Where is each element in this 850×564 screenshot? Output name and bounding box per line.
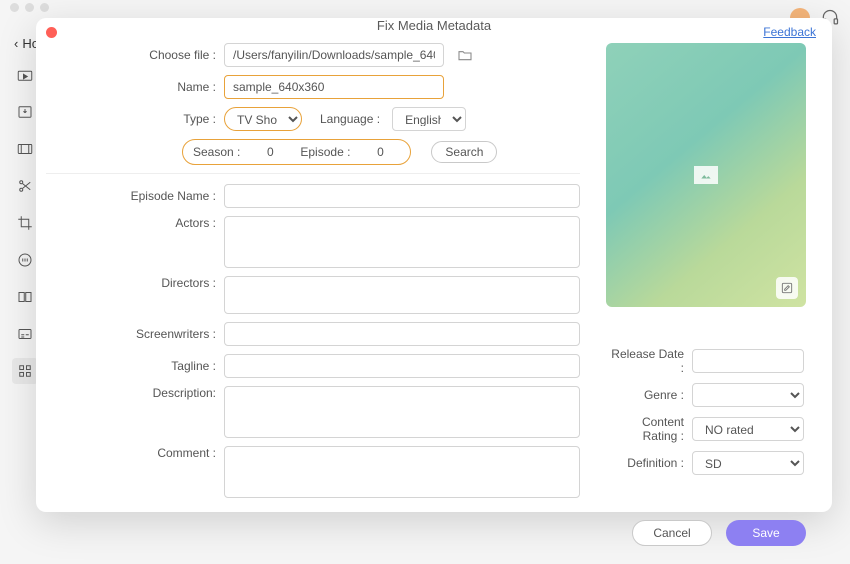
sidebar-item-cut[interactable]	[12, 173, 38, 199]
edit-poster-icon[interactable]	[776, 277, 798, 299]
divider	[46, 173, 580, 174]
directors-label: Directors :	[46, 276, 224, 290]
description-label: Description:	[46, 386, 224, 400]
left-column: Choose file : Name : Type : TV Shows	[46, 43, 580, 506]
language-select[interactable]: English	[392, 107, 466, 131]
row-tagline: Tagline :	[46, 354, 580, 378]
name-input[interactable]	[224, 75, 444, 99]
choose-file-label: Choose file :	[46, 48, 224, 62]
episode-input[interactable]	[360, 143, 400, 161]
content-rating-label: Content Rating :	[606, 415, 692, 443]
sidebar-item-download[interactable]	[12, 99, 38, 125]
traffic-light-dot	[10, 3, 19, 12]
language-label: Language :	[308, 112, 386, 126]
save-button[interactable]: Save	[726, 520, 806, 546]
genre-select[interactable]	[692, 383, 804, 407]
feedback-link[interactable]: Feedback	[763, 25, 816, 39]
episode-name-label: Episode Name :	[46, 189, 224, 203]
row-episode-name: Episode Name :	[46, 184, 580, 208]
season-input[interactable]	[250, 143, 290, 161]
right-form: Release Date : Genre : Content Rating : …	[606, 347, 806, 475]
row-release-date: Release Date :	[606, 347, 806, 375]
definition-label: Definition :	[606, 456, 692, 470]
actors-input[interactable]	[224, 216, 580, 268]
chevron-left-icon: ‹	[14, 36, 18, 51]
window-chrome	[0, 0, 850, 14]
folder-icon[interactable]	[456, 46, 474, 64]
row-comment: Comment :	[46, 446, 580, 498]
cancel-button[interactable]: Cancel	[632, 520, 712, 546]
image-icon	[694, 166, 718, 184]
close-icon[interactable]	[46, 27, 57, 38]
sidebar-item-film[interactable]	[12, 136, 38, 162]
row-directors: Directors :	[46, 276, 580, 314]
sidebar-item-compare[interactable]	[12, 284, 38, 310]
screenwriters-input[interactable]	[224, 322, 580, 346]
row-description: Description:	[46, 386, 580, 438]
row-screenwriters: Screenwriters :	[46, 322, 580, 346]
actors-label: Actors :	[46, 216, 224, 230]
season-label: Season :	[193, 145, 240, 159]
comment-input[interactable]	[224, 446, 580, 498]
directors-input[interactable]	[224, 276, 580, 314]
sidebar-item-video[interactable]	[12, 62, 38, 88]
content-rating-select[interactable]: NO rated	[692, 417, 804, 441]
tagline-input[interactable]	[224, 354, 580, 378]
row-genre: Genre :	[606, 383, 806, 407]
comment-label: Comment :	[46, 446, 224, 460]
episode-label: Episode :	[300, 145, 350, 159]
row-definition: Definition : SD	[606, 451, 806, 475]
traffic-light-dot	[40, 3, 49, 12]
row-season-episode: Season : Episode : Search	[46, 139, 580, 165]
definition-select[interactable]: SD	[692, 451, 804, 475]
tagline-label: Tagline :	[46, 359, 224, 373]
sidebar-item-apps[interactable]	[12, 358, 38, 384]
season-episode-pill: Season : Episode :	[182, 139, 411, 165]
traffic-light-dot	[25, 3, 34, 12]
type-select[interactable]: TV Shows	[224, 107, 302, 131]
sidebar-item-gif[interactable]	[12, 247, 38, 273]
row-choose-file: Choose file :	[46, 43, 580, 67]
type-label: Type :	[46, 112, 224, 126]
episode-name-input[interactable]	[224, 184, 580, 208]
description-input[interactable]	[224, 386, 580, 438]
row-type-language: Type : TV Shows Language : English	[46, 107, 580, 131]
choose-file-input[interactable]	[224, 43, 444, 67]
release-date-label: Release Date :	[606, 347, 692, 375]
screenwriters-label: Screenwriters :	[46, 327, 224, 341]
row-actors: Actors :	[46, 216, 580, 268]
modal-title: Fix Media Metadata	[377, 18, 491, 33]
name-label: Name :	[46, 80, 224, 94]
row-content-rating: Content Rating : NO rated	[606, 415, 806, 443]
genre-label: Genre :	[606, 388, 692, 402]
modal: Fix Media Metadata Feedback Choose file …	[36, 18, 832, 512]
search-button[interactable]: Search	[431, 141, 497, 163]
sidebar-item-subtitle[interactable]	[12, 321, 38, 347]
modal-header: Fix Media Metadata Feedback	[36, 18, 832, 33]
release-date-input[interactable]	[692, 349, 804, 373]
right-column: Release Date : Genre : Content Rating : …	[606, 43, 806, 506]
modal-footer: Cancel Save	[36, 506, 832, 564]
row-name: Name :	[46, 75, 580, 99]
sidebar-item-crop[interactable]	[12, 210, 38, 236]
poster-thumbnail	[606, 43, 806, 307]
